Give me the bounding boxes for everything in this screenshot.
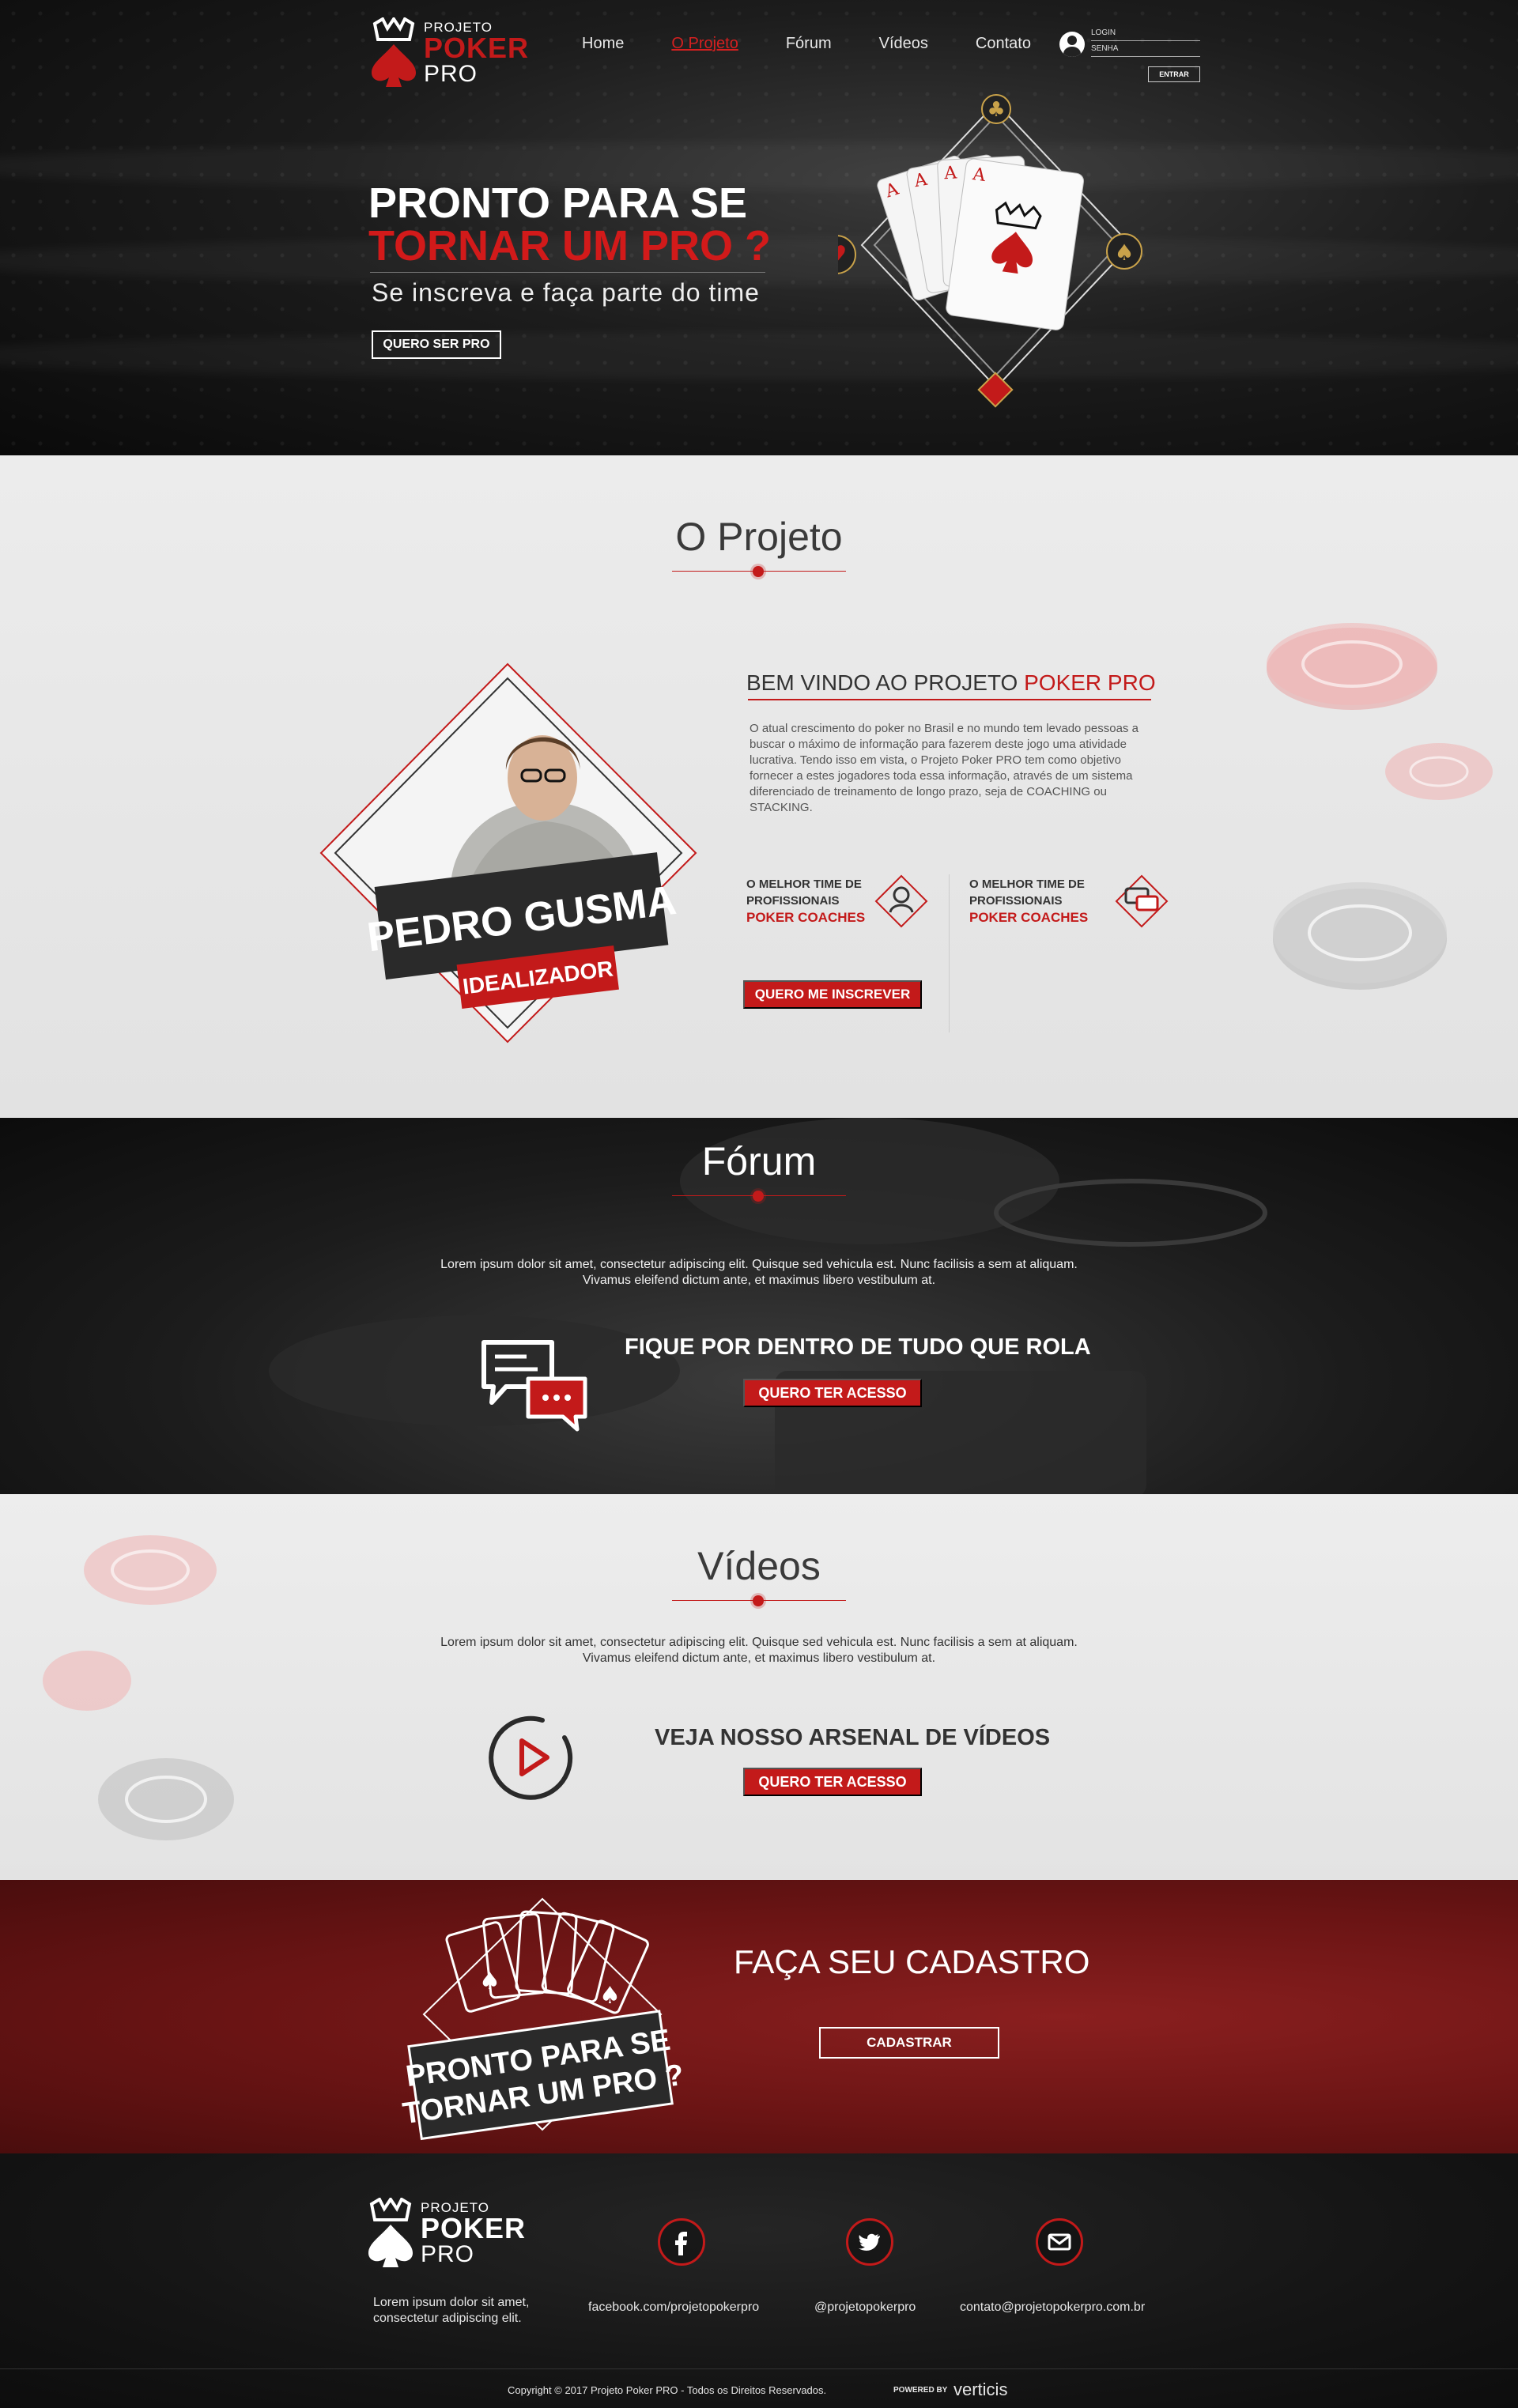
user-icon (1059, 32, 1085, 57)
aces-cards-illustration: ♣ ♥ ♠ A A A A (838, 94, 1142, 408)
projeto-heading-prefix: BEM VINDO AO PROJETO (746, 670, 1025, 695)
site-logo[interactable]: PROJETO POKER PRO (368, 17, 529, 89)
cadastrar-button[interactable]: CADASTRAR (819, 2027, 999, 2059)
hero-cta-button[interactable]: QUERO SER PRO (372, 330, 501, 359)
feature-highlight: POKER COACHES (746, 910, 866, 925)
videos-text-line1: Lorem ipsum dolor sit amet, consectetur … (440, 1636, 1078, 1649)
forum-text-line2: Vivamus eleifend dictum ante, et maximus… (582, 1274, 936, 1287)
footer-logo[interactable]: PROJETO POKER PRO (365, 2198, 526, 2269)
videos-headline: VEJA NOSSO ARSENAL DE VÍDEOS (655, 1725, 1051, 1750)
forum-title-divider (672, 1191, 846, 1202)
feature-line2: PROFISSIONAIS (746, 894, 840, 908)
projeto-description: O atual crescimento do poker no Brasil e… (750, 722, 1138, 814)
projeto-title-divider (672, 566, 846, 577)
footer-about-line2: consectetur adipiscing elit. (373, 2312, 522, 2325)
diamond-icon (977, 372, 1014, 408)
projeto-heading-underline (748, 699, 1151, 700)
hero-title-line1: PRONTO PARA SE (368, 179, 748, 227)
svg-text:A: A (943, 163, 958, 183)
heart-icon: ♥ (838, 235, 856, 274)
forum-chat-icon (481, 1340, 587, 1432)
footer-logo-line3: PRO (421, 2240, 475, 2267)
nav-home[interactable]: Home (582, 35, 624, 53)
logo-line2: POKER (424, 31, 530, 64)
svg-text:♠: ♠ (1114, 240, 1134, 266)
facebook-icon[interactable] (658, 2218, 705, 2266)
projeto-heading-highlight: POKER PRO (1024, 670, 1156, 695)
main-nav: Home O Projeto Fórum Vídeos Contato (582, 35, 1078, 53)
nav-forum[interactable]: Fórum (786, 35, 832, 53)
royal-flush-badge: ♠ ♠ PRONTO PARA SE TORNAR UM PRO ? (401, 1897, 682, 2141)
footer-divider (0, 2368, 1518, 2369)
password-field[interactable]: SENHA (1091, 43, 1200, 57)
forum-access-button[interactable]: QUERO TER ACESSO (743, 1379, 922, 1407)
crown-spade-icon (368, 2198, 413, 2267)
hero-background-wave (0, 142, 1518, 190)
hero-subtitle: Se inscreva e faça parte do time (372, 278, 760, 307)
crown-spade-icon (372, 17, 416, 87)
email-link[interactable]: contato@projetopokerpro.com.br (960, 2300, 1145, 2315)
nav-contato[interactable]: Contato (976, 35, 1031, 53)
feature-line1: O MELHOR TIME DE (746, 878, 862, 891)
nav-videos[interactable]: Vídeos (879, 35, 928, 53)
founder-badge: PEDRO GUSMA IDEALIZADOR (319, 662, 697, 1044)
videos-access-button[interactable]: QUERO TER ACESSO (743, 1768, 922, 1796)
nav-o-projeto[interactable]: O Projeto (671, 35, 738, 53)
svg-text:♠: ♠ (599, 1982, 621, 2010)
club-icon: ♣ (981, 94, 1011, 124)
footer-about-line1: Lorem ipsum dolor sit amet, (373, 2296, 530, 2309)
forum-text-line1: Lorem ipsum dolor sit amet, consectetur … (440, 1258, 1078, 1271)
forum-headline: FIQUE POR DENTRO DE TUDO QUE ROLA (625, 1334, 1091, 1360)
hero-background-wave (0, 332, 1518, 379)
play-icon (489, 1715, 573, 1800)
svg-text:♥: ♥ (838, 241, 847, 269)
poker-chips-decoration (1267, 623, 1493, 990)
hero-divider (370, 272, 765, 273)
spade-icon: ♠ (1106, 233, 1142, 270)
coach-icon (874, 874, 928, 928)
videos-title-divider (672, 1595, 846, 1606)
powered-by-label: POWERED BY (893, 2386, 948, 2395)
subscribe-button[interactable]: QUERO ME INSCREVER (743, 980, 922, 1009)
site-footer: PROJETO POKER PRO Lorem ipsum dolor sit … (0, 2153, 1518, 2408)
projeto-title: O Projeto (675, 515, 843, 559)
login-field[interactable]: LOGIN (1091, 27, 1200, 41)
cadastro-badge-banner: PRONTO PARA SE TORNAR UM PRO ? (401, 2010, 682, 2141)
features-separator (949, 874, 950, 1032)
feature-line2: PROFISSIONAIS (969, 894, 1063, 908)
feature-line1: O MELHOR TIME DE (969, 878, 1085, 891)
twitter-icon[interactable] (846, 2218, 893, 2266)
videos-section: Vídeos Lorem ipsum dolor sit amet, conse… (0, 1494, 1518, 1880)
feature-highlight: POKER COACHES (969, 910, 1089, 925)
hero-section: PROJETO POKER PRO Home O Projeto Fórum V… (0, 0, 1518, 455)
copyright-text: Copyright © 2017 Projeto Poker PRO - Tod… (508, 2384, 827, 2396)
cadastro-title: FAÇA SEU CADASTRO (734, 1943, 1090, 1980)
videos-title: Vídeos (697, 1544, 821, 1588)
feature-coaches: O MELHOR TIME DE PROFISSIONAIS POKER COA… (746, 876, 881, 926)
verticis-logo[interactable]: verticis (953, 2380, 1007, 2400)
svg-text:♠: ♠ (479, 1968, 500, 1995)
logo-line3: PRO (424, 60, 478, 87)
projeto-section: O Projeto PEDRO GUSMA IDEALIZADOR BEM VI… (0, 455, 1518, 1118)
email-icon[interactable] (1036, 2218, 1083, 2266)
cadastro-section: ♠ ♠ PRONTO PARA SE TORNAR UM PRO ? FAÇA … (0, 1880, 1518, 2153)
feature-chat: O MELHOR TIME DE PROFISSIONAIS POKER COA… (969, 876, 1104, 926)
twitter-link[interactable]: @projetopokerpro (814, 2300, 916, 2315)
videos-text-line2: Vivamus eleifend dictum ante, et maximus… (582, 1651, 936, 1665)
login-button[interactable]: ENTRAR (1148, 66, 1200, 82)
chat-icon (1115, 874, 1169, 928)
svg-text:♣: ♣ (987, 98, 1005, 122)
projeto-heading: BEM VINDO AO PROJETO POKER PRO (746, 670, 1156, 696)
forum-title: Fórum (701, 1139, 817, 1183)
facebook-link[interactable]: facebook.com/projetopokerpro (588, 2300, 759, 2315)
login-form: LOGIN SENHA ENTRAR (1059, 27, 1200, 82)
footer-logo-line2: POKER (421, 2211, 527, 2244)
forum-section: Fórum Lorem ipsum dolor sit amet, consec… (0, 1118, 1518, 1494)
hero-title-line2: TORNAR UM PRO ? (368, 222, 771, 270)
